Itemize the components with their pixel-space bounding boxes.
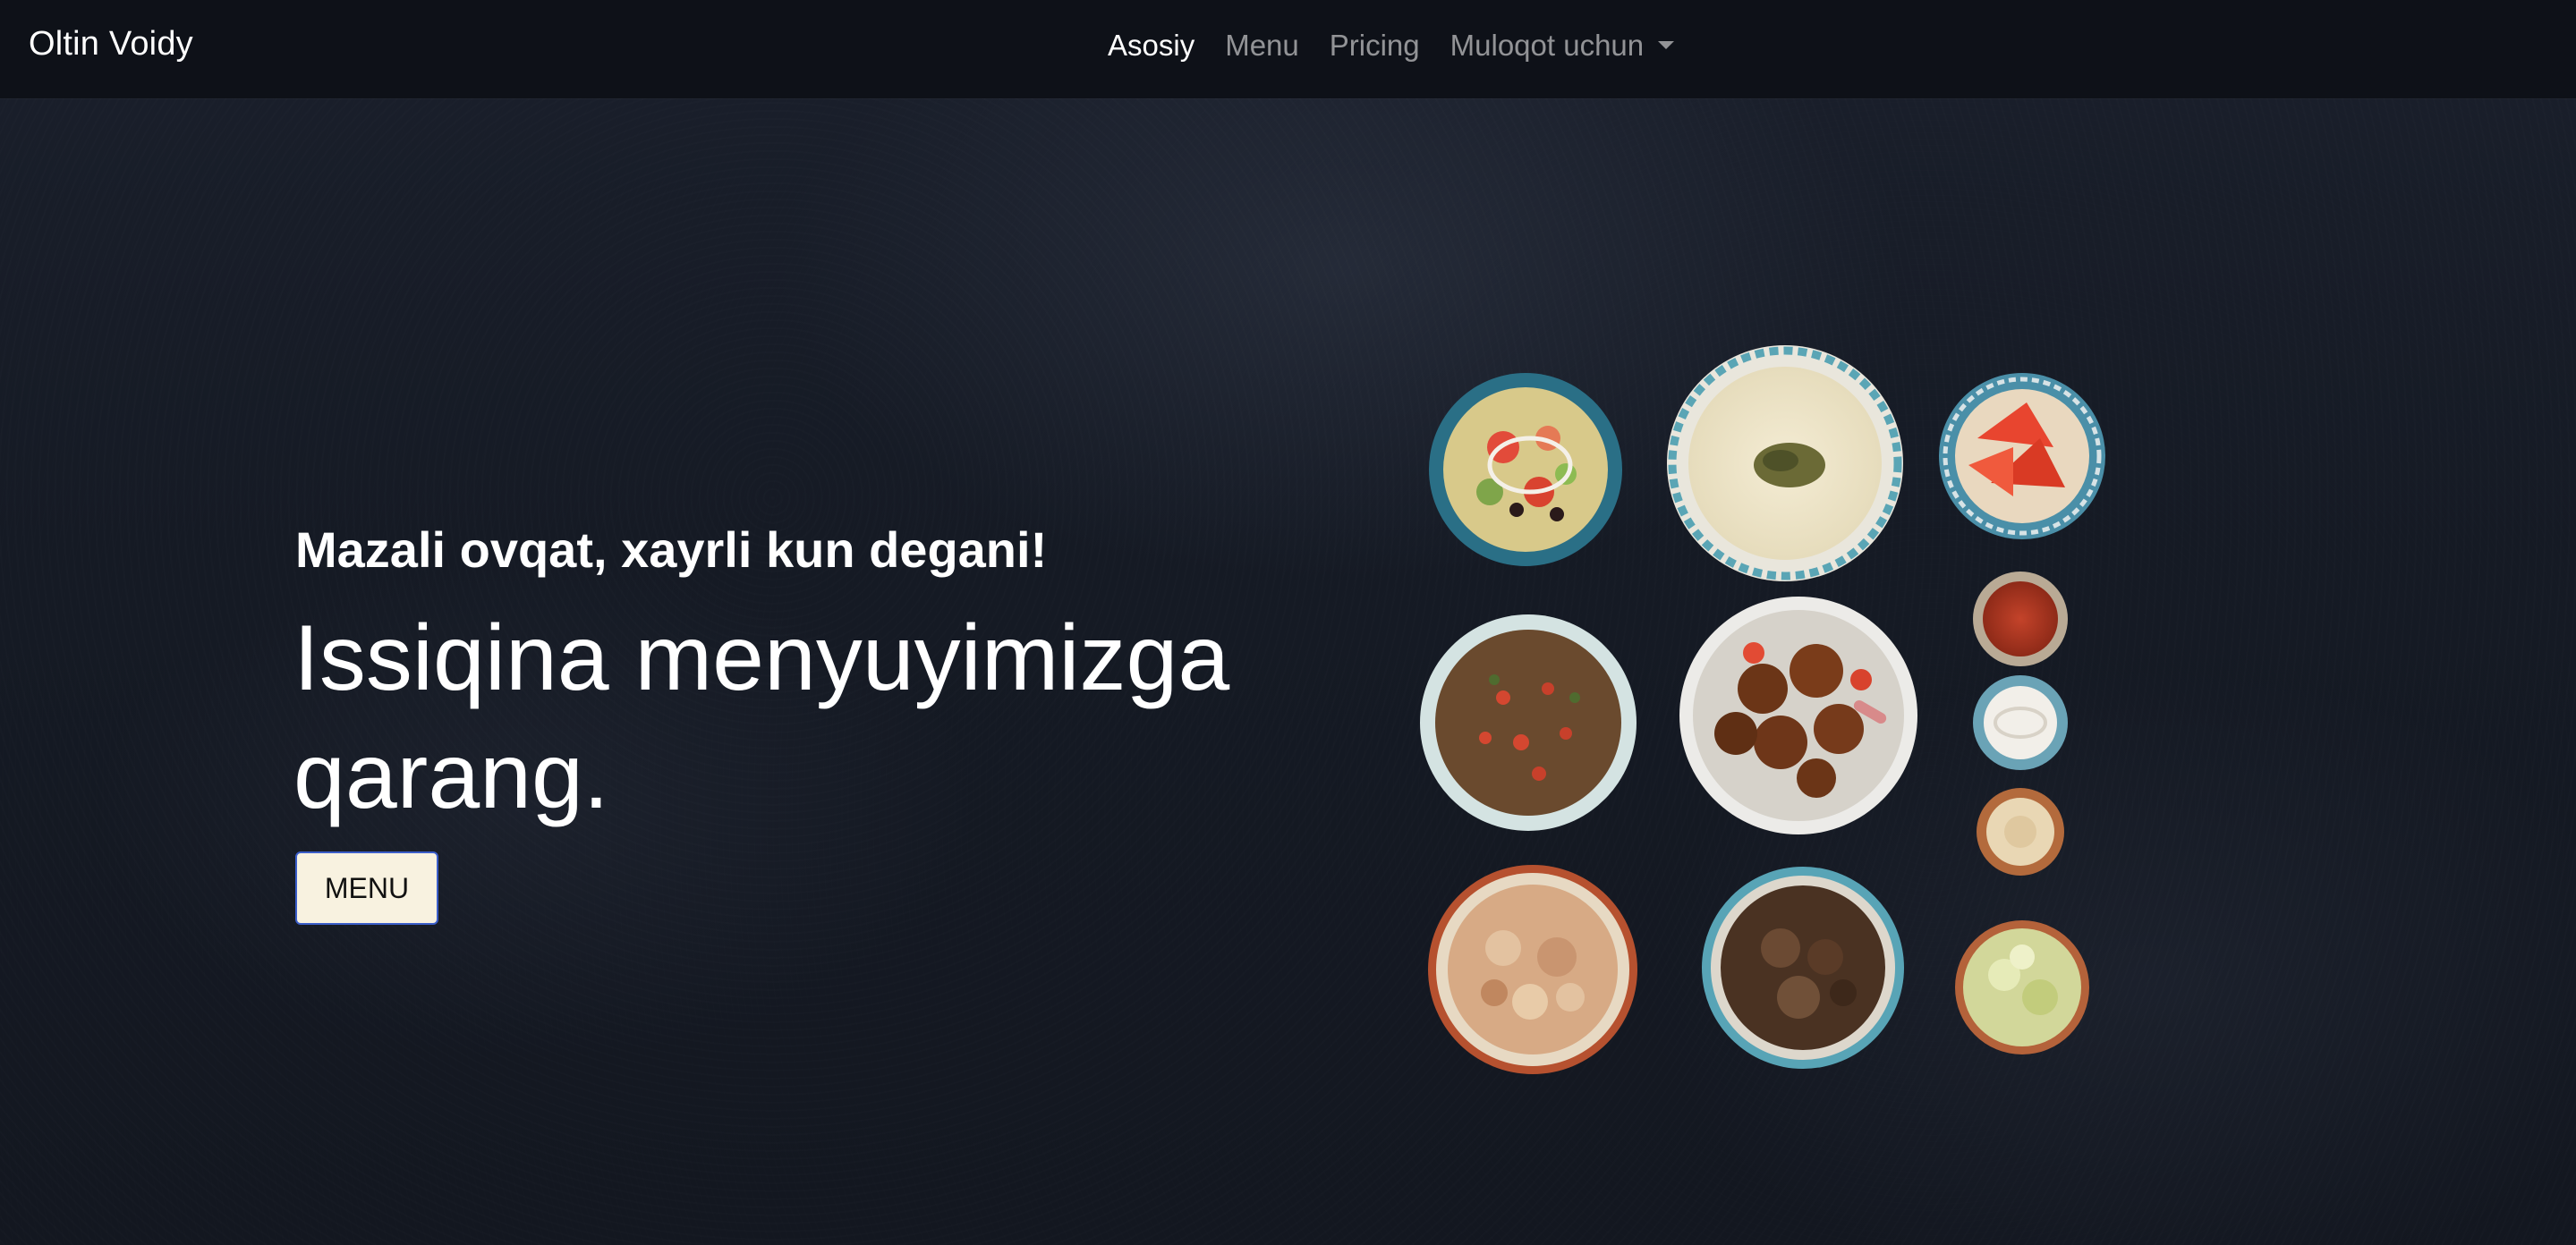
hero-title: Issiqina menyuyimizga qarang. [293, 606, 1230, 828]
hero-subtitle: Mazali ovqat, xayrli kun degani! [295, 521, 1048, 578]
onion-bowl [1973, 675, 2068, 770]
nav-link-asosiy[interactable]: Asosiy [1108, 29, 1194, 63]
soup-bowl [1667, 345, 1903, 581]
cabbage-bowl [1955, 920, 2089, 1054]
salad-bowl [1429, 373, 1622, 566]
nav-link-menu[interactable]: Menu [1225, 29, 1299, 63]
tabbouleh-bowl [1420, 614, 1637, 831]
brand-logo[interactable]: Oltin Voidy [29, 25, 193, 64]
nav-dropdown-label: Muloqot uchun [1450, 29, 1645, 62]
sauce-bowl-red [1973, 572, 2068, 666]
nav-links: Asosiy Menu Pricing Muloqot uchun [1108, 29, 1675, 63]
navbar: Oltin Voidy Asosiy Menu Pricing Muloqot … [0, 0, 2576, 98]
nav-link-pricing[interactable]: Pricing [1330, 29, 1420, 63]
nav-dropdown-muloqot[interactable]: Muloqot uchun [1450, 29, 1675, 63]
hummus-bowl [1977, 788, 2064, 876]
caret-down-icon [1658, 40, 1675, 49]
falafel-plate [1679, 597, 1917, 834]
page: Oltin Voidy Asosiy Menu Pricing Muloqot … [0, 0, 2576, 1245]
menu-button[interactable]: MENU [295, 851, 438, 925]
food-bowls-image [1420, 345, 2105, 1074]
tomato-bowl [1939, 373, 2105, 539]
shawarma-bowl [1702, 867, 1904, 1069]
shredded-chicken-bowl [1428, 865, 1637, 1074]
